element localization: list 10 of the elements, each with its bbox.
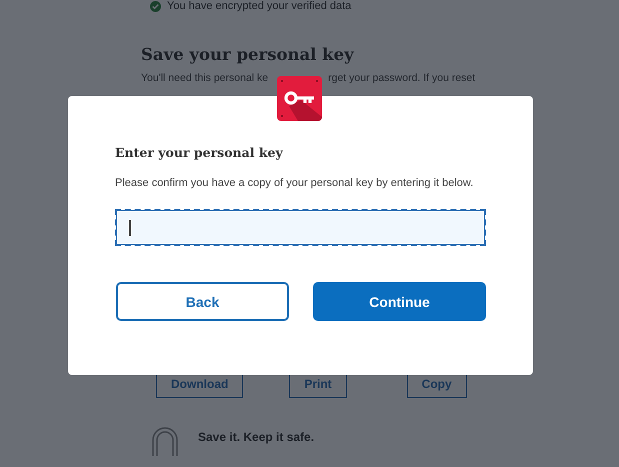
intro-text: rget your password. If you reset	[328, 72, 476, 84]
dialog-description: Please confirm you have a copy of your personal key by entering it below.	[115, 177, 474, 189]
page-title: Save your personal key	[141, 45, 356, 64]
tip-title: Save it. Keep it safe.	[198, 430, 314, 444]
dialog-title: Enter your personal key	[115, 145, 284, 160]
back-button[interactable]: Back	[116, 282, 289, 321]
continue-button[interactable]: Continue	[313, 282, 486, 321]
intro-text: You'll need this personal ke	[141, 72, 268, 84]
status-text: You have encrypted your verified data	[167, 0, 352, 12]
personal-key-field[interactable]	[115, 209, 486, 246]
